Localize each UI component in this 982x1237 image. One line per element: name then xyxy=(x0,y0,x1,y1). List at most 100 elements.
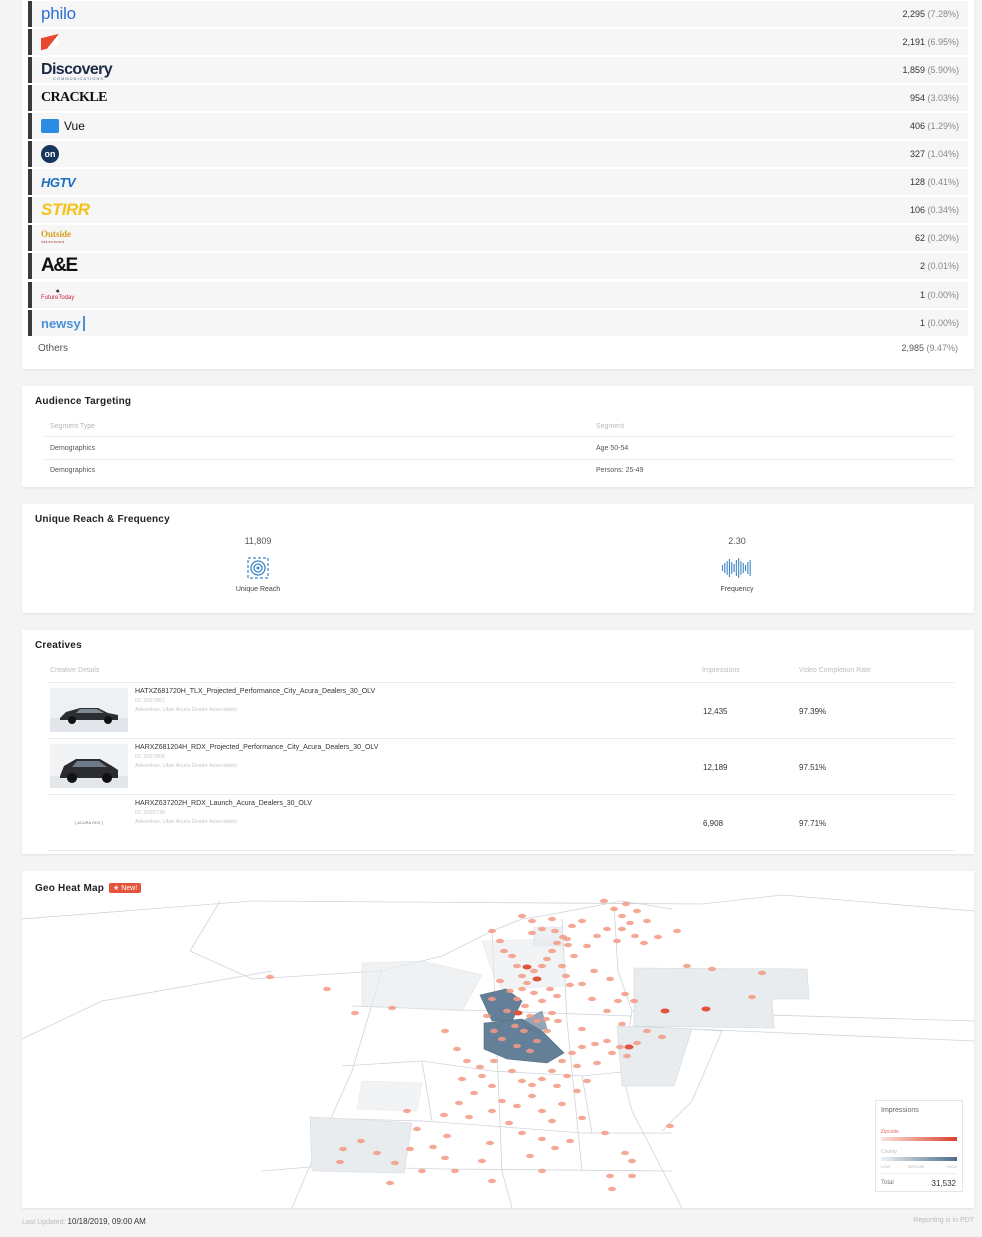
zipcode-dot[interactable] xyxy=(486,1140,494,1146)
zipcode-dot[interactable] xyxy=(603,926,611,932)
zipcode-dot[interactable] xyxy=(618,1021,626,1027)
creative-thumbnail[interactable] xyxy=(50,688,128,732)
zipcode-dot[interactable] xyxy=(488,1083,496,1089)
zipcode-dot[interactable] xyxy=(658,1034,666,1040)
zipcode-dot[interactable] xyxy=(523,980,531,986)
zipcode-dot[interactable] xyxy=(568,923,576,929)
zipcode-dot[interactable] xyxy=(440,1112,448,1118)
zipcode-dot[interactable] xyxy=(520,1028,528,1034)
zipcode-dot[interactable] xyxy=(628,1158,636,1164)
zipcode-dot[interactable] xyxy=(490,1058,498,1064)
zipcode-dot[interactable] xyxy=(476,1064,484,1070)
zipcode-dot[interactable] xyxy=(508,1068,516,1074)
zipcode-dot[interactable] xyxy=(406,1146,414,1152)
zipcode-dot[interactable] xyxy=(553,993,561,999)
zipcode-dot[interactable] xyxy=(628,1173,636,1179)
zipcode-dot[interactable] xyxy=(488,996,496,1002)
zipcode-dot[interactable] xyxy=(505,1120,513,1126)
zipcode-dot[interactable] xyxy=(593,1060,601,1066)
zipcode-dot[interactable] xyxy=(518,1130,526,1136)
zipcode-dot[interactable] xyxy=(590,968,598,974)
zipcode-dot[interactable] xyxy=(533,1018,541,1024)
zipcode-dot[interactable] xyxy=(490,1028,498,1034)
zipcode-dot[interactable] xyxy=(441,1028,449,1034)
zipcode-dot-high[interactable] xyxy=(532,976,542,982)
zipcode-dot[interactable] xyxy=(558,1101,566,1107)
zipcode-dot[interactable] xyxy=(488,1178,496,1184)
zipcode-dot[interactable] xyxy=(530,990,538,996)
zipcode-dot[interactable] xyxy=(488,928,496,934)
zipcode-dot[interactable] xyxy=(578,1115,586,1121)
zipcode-dot-high[interactable] xyxy=(513,1010,523,1016)
zipcode-dot[interactable] xyxy=(418,1168,426,1174)
zipcode-dot[interactable] xyxy=(533,1038,541,1044)
zipcode-dot[interactable] xyxy=(666,1123,674,1129)
zipcode-dot[interactable] xyxy=(622,901,630,907)
zipcode-dot[interactable] xyxy=(583,1078,591,1084)
zipcode-dot[interactable] xyxy=(583,943,591,949)
zipcode-dot[interactable] xyxy=(388,1005,396,1011)
zipcode-dot[interactable] xyxy=(578,981,586,987)
zipcode-dot[interactable] xyxy=(643,1028,651,1034)
zipcode-dot[interactable] xyxy=(526,1013,534,1019)
zipcode-dot[interactable] xyxy=(511,1023,519,1029)
zipcode-dot[interactable] xyxy=(593,933,601,939)
zipcode-dot[interactable] xyxy=(748,994,756,1000)
zipcode-dot[interactable] xyxy=(568,1050,576,1056)
zipcode-dot[interactable] xyxy=(573,1088,581,1094)
zipcode-dot[interactable] xyxy=(563,1073,571,1079)
creative-row[interactable]: HATXZ681720H_TLX_Projected_Performance_C… xyxy=(48,683,954,739)
zipcode-dot[interactable] xyxy=(513,963,521,969)
zipcode-dot[interactable] xyxy=(546,986,554,992)
zipcode-dot[interactable] xyxy=(621,991,629,997)
zipcode-dot[interactable] xyxy=(578,1044,586,1050)
zipcode-dot[interactable] xyxy=(623,1053,631,1059)
creative-row[interactable]: [ ACURA RDX ] HARXZ637202H_RDX_Launch_Ac… xyxy=(48,795,954,851)
zipcode-dot[interactable] xyxy=(608,1050,616,1056)
zipcode-dot[interactable] xyxy=(600,898,608,904)
zipcode-dot[interactable] xyxy=(357,1138,365,1144)
zipcode-dot[interactable] xyxy=(528,1093,536,1099)
zipcode-dot[interactable] xyxy=(630,998,638,1004)
zipcode-dot[interactable] xyxy=(564,942,572,948)
zipcode-dot[interactable] xyxy=(500,948,508,954)
zipcode-dot[interactable] xyxy=(506,988,514,994)
zipcode-dot[interactable] xyxy=(566,982,574,988)
zipcode-dot-high[interactable] xyxy=(522,964,532,970)
zipcode-dot[interactable] xyxy=(508,953,516,959)
zipcode-dot[interactable] xyxy=(673,928,681,934)
zipcode-dot[interactable] xyxy=(503,1008,511,1014)
zipcode-dot[interactable] xyxy=(478,1158,486,1164)
zipcode-dot[interactable] xyxy=(413,1126,421,1132)
zipcode-dot[interactable] xyxy=(614,998,622,1004)
zipcode-dot[interactable] xyxy=(606,1173,614,1179)
zipcode-dot[interactable] xyxy=(553,1083,561,1089)
zipcode-dot[interactable] xyxy=(526,1048,534,1054)
zipcode-dot[interactable] xyxy=(538,963,546,969)
zipcode-dot[interactable] xyxy=(526,1153,534,1159)
zipcode-dot[interactable] xyxy=(618,913,626,919)
zipcode-dot[interactable] xyxy=(548,916,556,922)
zipcode-dot[interactable] xyxy=(633,1040,641,1046)
zipcode-dot[interactable] xyxy=(513,1103,521,1109)
zipcode-dot[interactable] xyxy=(643,918,651,924)
zipcode-dot[interactable] xyxy=(633,908,641,914)
zipcode-dot[interactable] xyxy=(603,1008,611,1014)
zipcode-dot[interactable] xyxy=(470,1090,478,1096)
zipcode-dot[interactable] xyxy=(538,926,546,932)
geo-map[interactable] xyxy=(22,871,974,1208)
zipcode-dot[interactable] xyxy=(758,970,766,976)
zipcode-dot[interactable] xyxy=(588,996,596,1002)
zipcode-dot[interactable] xyxy=(429,1144,437,1150)
zipcode-dot[interactable] xyxy=(548,1010,556,1016)
zipcode-dot[interactable] xyxy=(441,1155,449,1161)
zipcode-dot[interactable] xyxy=(513,1043,521,1049)
zipcode-dot[interactable] xyxy=(451,1168,459,1174)
creative-thumbnail[interactable]: [ ACURA RDX ] xyxy=(50,800,128,844)
zipcode-dot[interactable] xyxy=(453,1046,461,1052)
zipcode-dot[interactable] xyxy=(621,1150,629,1156)
zipcode-dot[interactable] xyxy=(548,1068,556,1074)
zipcode-dot[interactable] xyxy=(465,1114,473,1120)
zipcode-dot[interactable] xyxy=(578,1026,586,1032)
creative-row[interactable]: HARXZ681204H_RDX_Projected_Performance_C… xyxy=(48,739,954,795)
